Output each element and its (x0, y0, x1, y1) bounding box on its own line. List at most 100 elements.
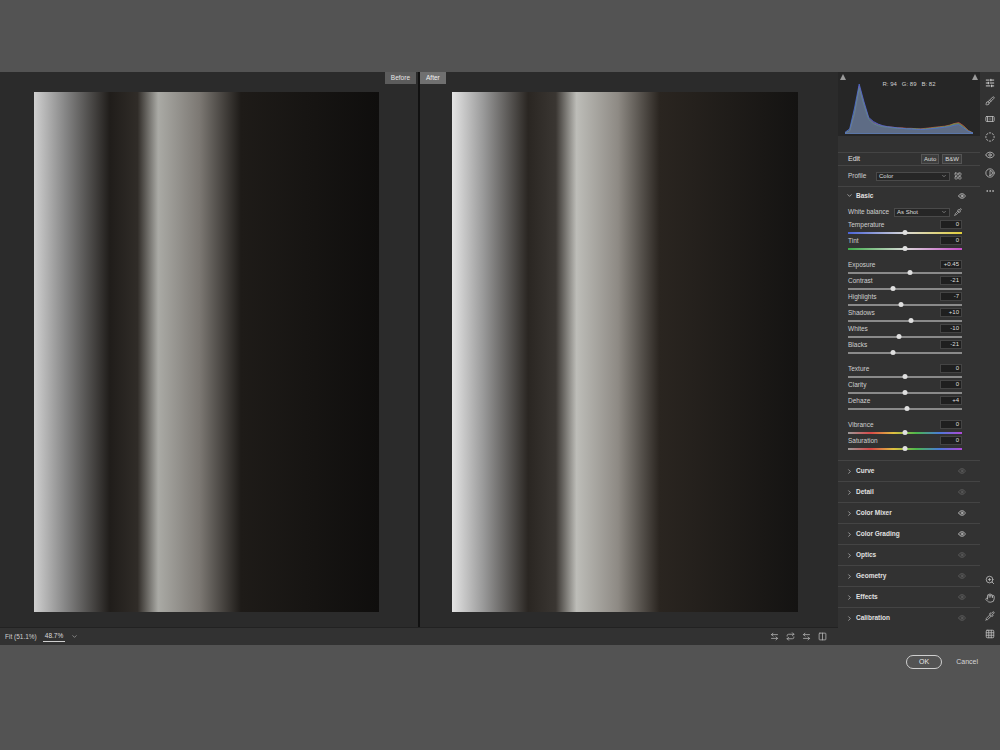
shadow-clip-icon[interactable] (840, 74, 846, 80)
section-header[interactable]: Curve (838, 460, 980, 481)
edit-button[interactable]: Auto (921, 154, 939, 164)
grid-icon[interactable] (985, 629, 995, 639)
slider-thumb[interactable] (908, 318, 913, 323)
slider-value[interactable]: -21 (940, 340, 962, 349)
collapse-icon[interactable] (846, 192, 853, 199)
ok-button[interactable]: OK (906, 655, 942, 669)
zoom-value[interactable]: 48.7% (43, 631, 65, 642)
slider-track[interactable] (848, 405, 962, 412)
profile-browser-icon[interactable] (954, 172, 962, 180)
slider-thumb[interactable] (905, 406, 910, 411)
slider-thumb[interactable] (903, 446, 908, 451)
slider-thumb[interactable] (897, 334, 902, 339)
slider-thumb[interactable] (908, 270, 913, 275)
sampler-icon[interactable] (985, 611, 995, 621)
visibility-icon[interactable] (958, 530, 966, 538)
red-eye-icon[interactable] (985, 150, 995, 160)
slider-row[interactable]: Tint0 (848, 236, 962, 252)
slider-track[interactable] (848, 445, 962, 452)
slider-thumb[interactable] (903, 430, 908, 435)
slider-row[interactable]: Clarity0 (848, 380, 962, 396)
edit-button[interactable]: B&W (942, 154, 962, 164)
slider-track[interactable] (848, 269, 962, 276)
expand-icon[interactable] (846, 573, 853, 580)
slider-row[interactable]: Temperature0 (848, 220, 962, 236)
slider-row[interactable]: Texture0 (848, 364, 962, 380)
visibility-icon[interactable] (958, 192, 966, 200)
expand-icon[interactable] (846, 468, 853, 475)
slider-value[interactable]: +4 (940, 396, 962, 405)
highlight-clip-icon[interactable] (972, 74, 978, 80)
slider-track[interactable] (848, 317, 962, 324)
expand-icon[interactable] (846, 552, 853, 559)
slider-thumb[interactable] (891, 350, 896, 355)
slider-track[interactable] (848, 389, 962, 396)
swap-icon[interactable] (770, 632, 779, 641)
hand-icon[interactable] (985, 593, 995, 603)
slider-track[interactable] (848, 349, 962, 356)
slider-value[interactable]: 0 (940, 420, 962, 429)
slider-track[interactable] (848, 301, 962, 308)
slider-value[interactable]: -10 (940, 324, 962, 333)
brush-icon[interactable] (985, 96, 995, 106)
slider-thumb[interactable] (903, 390, 908, 395)
slider-value[interactable]: 0 (940, 436, 962, 445)
slider-track[interactable] (848, 429, 962, 436)
slider-value[interactable]: 0 (940, 364, 962, 373)
section-header[interactable]: Detail (838, 481, 980, 502)
slider-value[interactable]: 0 (940, 220, 962, 229)
section-header[interactable]: Color Grading (838, 523, 980, 544)
visibility-icon[interactable] (958, 467, 966, 475)
slider-row[interactable]: Contrast-21 (848, 276, 962, 292)
slider-row[interactable]: Dehaze+4 (848, 396, 962, 412)
slider-track[interactable] (848, 373, 962, 380)
eyedropper-icon[interactable] (954, 208, 962, 216)
compare-divider[interactable] (418, 72, 420, 627)
white-balance-select[interactable]: As Shot (894, 208, 950, 217)
slider-value[interactable]: +0.45 (940, 260, 962, 269)
cancel-button[interactable]: Cancel (954, 655, 980, 668)
slider-thumb[interactable] (891, 286, 896, 291)
zoom-icon[interactable] (985, 575, 995, 585)
basic-header[interactable]: Basic (838, 186, 980, 204)
toggle-icon[interactable] (802, 632, 811, 641)
section-header[interactable]: Color Mixer (838, 502, 980, 523)
slider-thumb[interactable] (903, 374, 908, 379)
slider-track[interactable] (848, 245, 962, 252)
visibility-icon[interactable] (958, 572, 966, 580)
expand-icon[interactable] (846, 615, 853, 622)
section-header[interactable]: Effects (838, 586, 980, 607)
visibility-icon[interactable] (958, 614, 966, 622)
healing-icon[interactable] (985, 114, 995, 124)
edit-icon[interactable] (985, 78, 995, 88)
slider-value[interactable]: 0 (940, 236, 962, 245)
slider-value[interactable]: 0 (940, 380, 962, 389)
slider-thumb[interactable] (903, 246, 908, 251)
slider-row[interactable]: Exposure+0.45 (848, 260, 962, 276)
copy-settings-icon[interactable] (786, 632, 795, 641)
slider-row[interactable]: Whites-10 (848, 324, 962, 340)
section-header[interactable]: Geometry (838, 565, 980, 586)
slider-value[interactable]: +10 (940, 308, 962, 317)
visibility-icon[interactable] (958, 488, 966, 496)
slider-row[interactable]: Vibrance0 (848, 420, 962, 436)
mask-icon[interactable] (985, 132, 995, 142)
slider-thumb[interactable] (899, 302, 904, 307)
expand-icon[interactable] (846, 594, 853, 601)
zoom-menu-icon[interactable] (71, 633, 78, 640)
zoom-fit[interactable]: Fit (51.1%) (5, 632, 37, 642)
visibility-icon[interactable] (958, 551, 966, 559)
expand-icon[interactable] (846, 531, 853, 538)
slider-value[interactable]: -7 (940, 292, 962, 301)
section-header[interactable]: Optics (838, 544, 980, 565)
profile-select[interactable]: Color (876, 172, 950, 181)
slider-row[interactable]: Blacks-21 (848, 340, 962, 356)
compare-view-icon[interactable] (818, 632, 827, 641)
slider-value[interactable]: -21 (940, 276, 962, 285)
visibility-icon[interactable] (958, 509, 966, 517)
slider-track[interactable] (848, 333, 962, 340)
slider-thumb[interactable] (903, 230, 908, 235)
expand-icon[interactable] (846, 510, 853, 517)
slider-row[interactable]: Shadows+10 (848, 308, 962, 324)
more-icon[interactable] (985, 186, 995, 196)
